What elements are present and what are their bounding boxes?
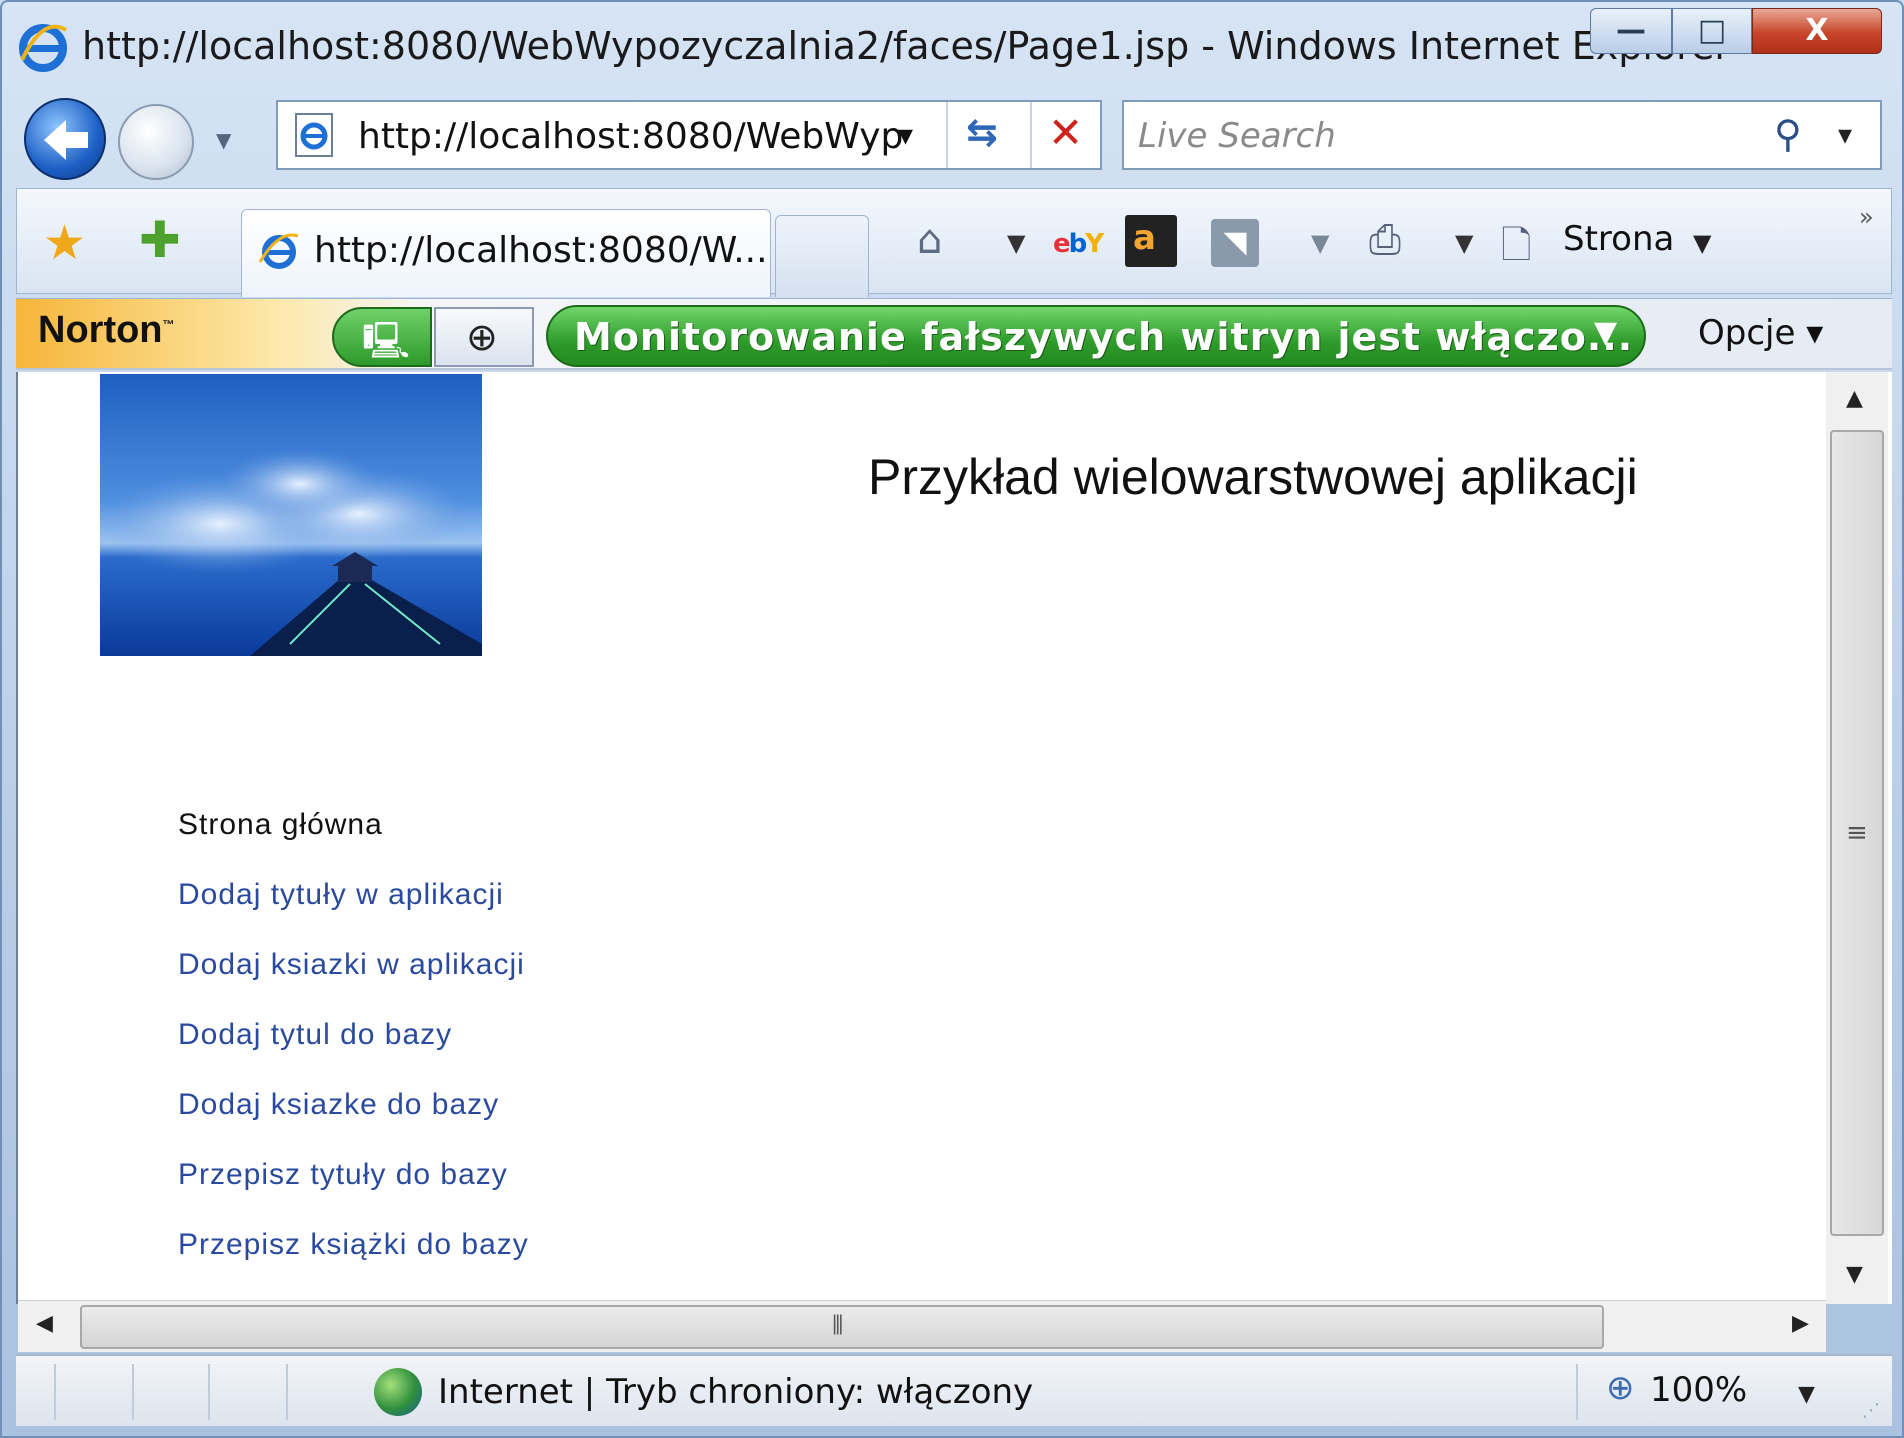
grip-icon: ≡: [1846, 818, 1868, 848]
options-button[interactable]: Opcje ▾: [1698, 313, 1823, 353]
norton-toolbar: Norton™ 🖳 ⊕ Monitorowanie fałszywych wit…: [16, 298, 1892, 370]
nav-link-add-title-db[interactable]: Dodaj tytul do bazy: [178, 1000, 529, 1070]
title-bar: http://localhost:8080/WebWypozyczalnia2/…: [2, 2, 1902, 88]
status-separator: [132, 1364, 134, 1420]
status-separator: [1576, 1364, 1578, 1420]
close-button[interactable]: X: [1752, 8, 1882, 54]
security-zone-text[interactable]: Internet | Tryb chroniony: włączony: [438, 1372, 1033, 1412]
norton-pc-icon: 🖳: [362, 321, 411, 362]
navigation-bar: ▼ http://localhost:8080/WebWyp ▾ ⇆ ✕ ⚲ ▾: [2, 88, 1902, 180]
horizontal-scroll-thumb[interactable]: ⦀: [80, 1305, 1604, 1349]
vertical-scrollbar[interactable]: ▲ ≡ ▼: [1826, 372, 1888, 1304]
browser-window: http://localhost:8080/WebWypozyczalnia2/…: [0, 0, 1904, 1438]
ie-logo-icon: [19, 24, 68, 72]
minimize-button[interactable]: —: [1590, 8, 1672, 54]
home-icon[interactable]: ⌂: [917, 217, 942, 263]
forward-button[interactable]: [118, 104, 194, 180]
back-button[interactable]: [24, 98, 106, 180]
maximize-button[interactable]: □: [1672, 8, 1752, 54]
status-bar: Internet | Tryb chroniony: włączony ⊕ 10…: [16, 1354, 1892, 1426]
vertical-scroll-thumb[interactable]: ≡: [1830, 430, 1884, 1236]
print-icon[interactable]: ⎙: [1369, 217, 1401, 263]
norton-globe-icon: ⊕: [466, 315, 498, 359]
tab-label: http://localhost:8080/W...: [314, 230, 768, 271]
internet-zone-globe-icon: [374, 1368, 422, 1416]
forward-arrow-icon: [120, 106, 196, 182]
zoom-level[interactable]: 100%: [1650, 1370, 1747, 1410]
page-icon[interactable]: 🗋: [1501, 217, 1532, 282]
refresh-button[interactable]: ⇆: [950, 102, 1030, 168]
stop-button[interactable]: ✕: [1030, 102, 1100, 168]
search-options-icon[interactable]: ▾: [1838, 118, 1852, 151]
address-text[interactable]: http://localhost:8080/WebWyp: [358, 116, 903, 157]
page-menu-label[interactable]: Strona: [1563, 219, 1674, 259]
search-input[interactable]: [1138, 114, 1738, 158]
norton-status-text: Monitorowanie fałszywych witryn jest włą…: [574, 315, 1634, 359]
norton-status-button[interactable]: Monitorowanie fałszywych witryn jest włą…: [546, 305, 1646, 367]
ebay-icon[interactable]: ebY: [1053, 229, 1104, 259]
page-content: Przykład wielowarstwowej aplikacji Stron…: [16, 372, 1892, 1304]
status-separator: [54, 1364, 56, 1420]
scroll-left-icon[interactable]: ◀: [36, 1311, 53, 1336]
rss-dropdown-icon[interactable]: ▼: [1311, 229, 1329, 257]
nav-link-copy-titles-db[interactable]: Przepisz tytuły do bazy: [178, 1140, 529, 1210]
norton-pc-button[interactable]: 🖳: [332, 307, 432, 367]
nav-item-home: Strona główna: [178, 808, 383, 841]
new-tab-button[interactable]: [775, 215, 869, 297]
address-bar[interactable]: http://localhost:8080/WebWyp ▾ ⇆ ✕: [276, 100, 1102, 170]
page-title: Przykład wielowarstwowej aplikacji: [868, 449, 1638, 505]
scroll-down-icon[interactable]: ▼: [1846, 1262, 1863, 1287]
window-title: http://localhost:8080/WebWypozyczalnia2/…: [82, 24, 1730, 68]
stop-icon: ✕: [1048, 108, 1084, 157]
back-arrow-icon: [44, 120, 88, 160]
scroll-up-icon[interactable]: ▲: [1846, 386, 1863, 411]
minimize-icon: —: [1616, 13, 1646, 48]
hero-image: [100, 374, 482, 656]
nav-link-add-titles-app[interactable]: Dodaj tytuły w aplikacji: [178, 860, 529, 930]
ie-page-icon: [295, 113, 333, 157]
nav-link-copy-books-db[interactable]: Przepisz książki do bazy: [178, 1210, 529, 1280]
tab-active[interactable]: http://localhost:8080/W...: [241, 209, 771, 297]
address-separator: [946, 102, 948, 168]
close-icon: X: [1805, 13, 1829, 48]
add-favorite-icon[interactable]: ✚: [139, 211, 181, 269]
address-dropdown-icon[interactable]: ▾: [898, 118, 913, 153]
norton-globe-button[interactable]: ⊕: [434, 307, 534, 367]
status-separator: [286, 1364, 288, 1420]
horizontal-scrollbar[interactable]: ◀ ⦀ ▶: [18, 1300, 1826, 1352]
page-dropdown-icon[interactable]: ▼: [1693, 229, 1711, 257]
refresh-icon: ⇆: [966, 110, 998, 154]
recent-pages-dropdown[interactable]: ▼: [216, 128, 231, 152]
page-nav-list: Strona główna Dodaj tytuły w aplikacji D…: [178, 790, 529, 1280]
search-icon[interactable]: ⚲: [1774, 112, 1802, 156]
norton-logo: Norton™: [38, 309, 175, 351]
chevron-more-icon[interactable]: »: [1859, 203, 1874, 231]
scroll-right-icon[interactable]: ▶: [1792, 1311, 1809, 1336]
rss-icon[interactable]: ◥: [1211, 219, 1259, 267]
resize-grip-icon[interactable]: ⋰: [1862, 1400, 1880, 1421]
home-dropdown-icon[interactable]: ▼: [1007, 229, 1025, 257]
search-box[interactable]: ⚲ ▾: [1122, 100, 1882, 170]
amazon-icon[interactable]: a: [1125, 215, 1177, 267]
nav-link-add-book-db[interactable]: Dodaj ksiazke do bazy: [178, 1070, 529, 1140]
zoom-dropdown-icon[interactable]: ▼: [1798, 1382, 1815, 1407]
tab-bar: ★ ✚ http://localhost:8080/W... ⌂ ▼ ebY a…: [16, 188, 1892, 297]
ie-page-icon: [258, 233, 299, 269]
nav-link-add-books-app[interactable]: Dodaj ksiazki w aplikacji: [178, 930, 529, 1000]
chevron-down-icon: ▼: [1594, 315, 1618, 350]
zoom-icon[interactable]: ⊕: [1606, 1368, 1635, 1408]
maximize-icon: □: [1697, 13, 1727, 48]
grip-icon: ⦀: [832, 1311, 844, 1341]
print-dropdown-icon[interactable]: ▼: [1455, 229, 1473, 257]
status-separator: [208, 1364, 210, 1420]
favorites-star-icon[interactable]: ★: [43, 215, 86, 271]
